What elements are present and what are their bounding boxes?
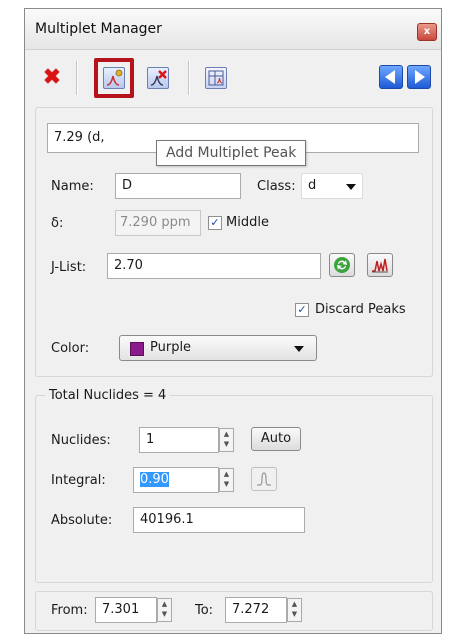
integral-curve-button (251, 467, 277, 491)
nuclides-panel (35, 395, 433, 583)
spectrum-peaks-icon (372, 258, 388, 273)
absolute-label: Absolute: (51, 513, 113, 528)
from-spinner[interactable]: ▲ ▼ (157, 598, 172, 622)
close-icon: x (423, 26, 431, 37)
total-nuclides-label: Total Nuclides = 4 (45, 388, 171, 403)
remove-multiplet-peak-button[interactable] (143, 63, 173, 93)
delete-multiplet-button[interactable]: ✖ (37, 63, 67, 93)
delta-label: δ: (51, 216, 64, 231)
color-label: Color: (51, 341, 90, 356)
to-field[interactable]: 7.272 (225, 597, 287, 623)
name-label: Name: (51, 179, 94, 194)
from-field[interactable]: 7.301 (95, 597, 157, 623)
discard-peaks-label: Discard Peaks (315, 302, 406, 317)
absolute-field[interactable]: 40196.1 (133, 507, 305, 533)
arrow-left-icon (385, 70, 395, 84)
class-label: Class: (257, 179, 296, 194)
chevron-down-icon (346, 184, 356, 190)
refresh-jlist-button[interactable] (329, 253, 355, 277)
auto-button[interactable]: Auto (251, 427, 301, 451)
add-peak-icon (103, 67, 125, 89)
checkmark-icon: ✓ (297, 303, 307, 316)
previous-button[interactable] (379, 65, 403, 89)
to-spinner[interactable]: ▲ ▼ (287, 598, 302, 622)
discard-peaks-checkbox[interactable]: ✓ (295, 303, 309, 317)
color-value: Purple (150, 340, 192, 355)
from-label: From: (51, 603, 88, 618)
integral-field[interactable]: 0.90 (133, 467, 219, 493)
red-x-icon: ✖ (42, 65, 62, 90)
multiplet-table-button[interactable] (201, 63, 231, 93)
integral-value: 0.90 (140, 472, 169, 487)
title-bar: Multiplet Manager x (25, 9, 441, 50)
checkmark-icon: ✓ (210, 216, 220, 229)
to-label: To: (195, 603, 214, 618)
integral-label: Integral: (51, 473, 106, 488)
class-select[interactable]: d (301, 173, 363, 199)
nuclides-field[interactable]: 1 (139, 427, 219, 453)
tooltip: Add Multiplet Peak (156, 140, 307, 166)
add-multiplet-peak-button[interactable] (94, 58, 134, 98)
next-button[interactable] (407, 65, 431, 89)
spectrum-view-button[interactable] (367, 253, 393, 277)
integral-spinner[interactable]: ▲ ▼ (219, 468, 234, 492)
table-icon (205, 67, 227, 89)
remove-peak-icon (147, 67, 169, 89)
jlist-field[interactable]: 2.70 (107, 253, 321, 279)
multiplet-manager-window: Multiplet Manager x ✖ 7.29 (d, Name: D C… (24, 8, 442, 634)
refresh-icon (334, 257, 350, 273)
integral-curve-icon (257, 472, 271, 486)
name-field[interactable]: D (115, 173, 241, 199)
jlist-label: J-List: (51, 260, 87, 275)
class-value: d (308, 178, 317, 193)
delta-field: 7.290 ppm (115, 210, 201, 236)
middle-label: Middle (226, 215, 269, 230)
nuclides-spinner[interactable]: ▲ ▼ (219, 428, 234, 452)
nuclides-label: Nuclides: (51, 433, 111, 448)
close-button[interactable]: x (417, 23, 437, 41)
window-title: Multiplet Manager (35, 21, 162, 37)
middle-checkbox[interactable]: ✓ (208, 216, 222, 230)
color-select[interactable]: Purple (119, 335, 317, 361)
toolbar-separator (188, 61, 190, 95)
chevron-down-icon (294, 346, 304, 352)
arrow-right-icon (415, 70, 425, 84)
color-swatch (130, 342, 144, 356)
toolbar-separator (76, 61, 78, 95)
